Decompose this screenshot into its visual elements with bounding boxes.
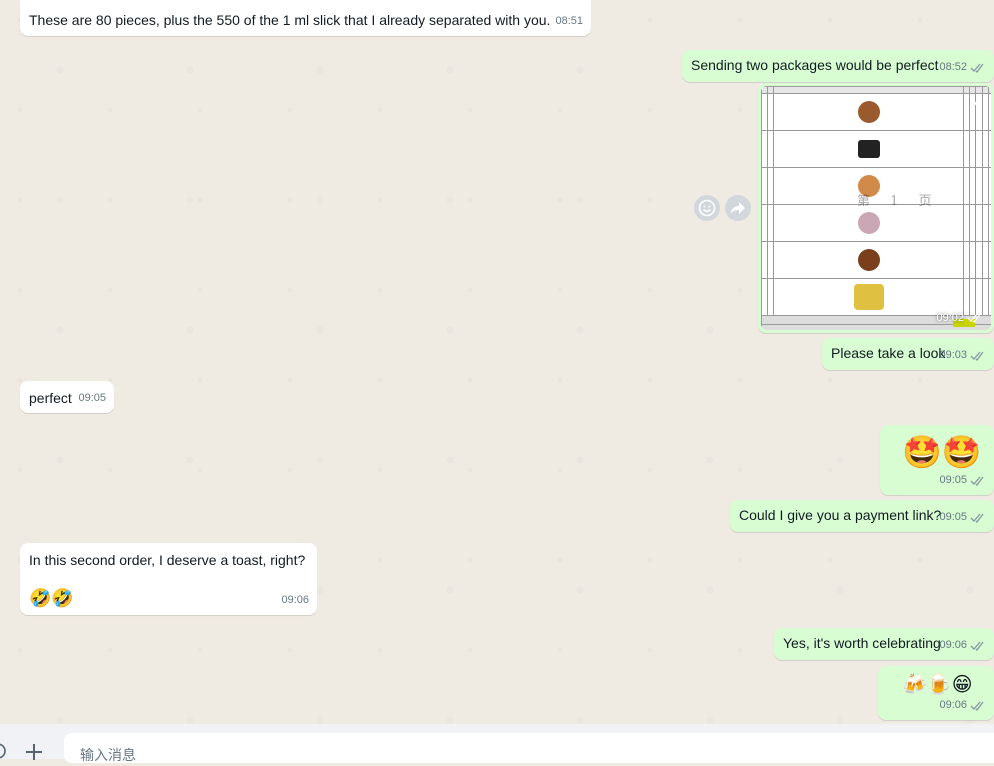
message-time: 08:51 (555, 15, 583, 27)
double-check-icon (970, 476, 986, 486)
image-message[interactable]: 第 1 页 09:02 (758, 83, 994, 333)
message-emoji: 🤣🤣 (29, 588, 74, 608)
message-emoji: 🍻🍺😁 (902, 674, 973, 696)
message-text: These are 80 pieces, plus the 550 of the… (29, 12, 551, 28)
message-incoming[interactable]: In this second order, I deserve a toast,… (20, 543, 317, 615)
chevron-down-icon[interactable] (969, 94, 983, 106)
message-incoming[interactable]: perfect 09:05 (20, 381, 114, 413)
message-text: Sending two packages would be perfect (691, 57, 939, 73)
message-time: 09:06 (281, 594, 309, 606)
double-check-icon (967, 313, 983, 323)
page-watermark: 第 1 页 (857, 194, 940, 209)
message-text: Yes, it's worth celebrating (783, 635, 941, 651)
message-meta: 09:06 (939, 696, 986, 715)
double-check-icon (970, 701, 986, 711)
message-meta: 08:52 (939, 58, 986, 77)
message-text: Could I give you a payment link? (739, 507, 942, 523)
input-placeholder: 输入消息 (80, 747, 136, 763)
order-spreadsheet-image: 第 1 页 09:02 (761, 86, 991, 330)
message-meta: 09:03 (939, 346, 986, 365)
chat-panel: These are 80 pieces, plus the 550 of the… (0, 0, 994, 724)
double-check-icon (970, 513, 986, 523)
message-incoming[interactable]: These are 80 pieces, plus the 550 of the… (20, 0, 591, 36)
message-outgoing[interactable]: Sending two packages would be perfect 08… (682, 50, 994, 82)
double-check-icon (970, 351, 986, 361)
message-meta: 09:05 (939, 508, 986, 527)
message-text: Please take a look (831, 345, 946, 361)
message-outgoing[interactable]: Please take a look 09:03 (822, 338, 994, 370)
message-meta: 09:02 (936, 312, 983, 324)
message-outgoing[interactable]: Could I give you a payment link? 09:05 (730, 500, 994, 532)
forward-icon[interactable] (725, 195, 751, 221)
emoji-reaction-icon[interactable] (694, 195, 720, 221)
message-text: perfect (29, 390, 72, 406)
plus-icon[interactable] (25, 743, 43, 766)
message-outgoing[interactable]: 🤩🤩 09:05 (880, 425, 994, 495)
message-time: 09:05 (78, 392, 106, 404)
double-check-icon (970, 641, 986, 651)
message-outgoing[interactable]: Yes, it's worth celebrating 09:06 (774, 628, 994, 660)
double-check-icon (970, 63, 986, 73)
message-emoji: 🤩🤩 (902, 434, 982, 470)
message-text: In this second order, I deserve a toast,… (29, 552, 306, 568)
message-meta: 09:06 (939, 636, 986, 655)
emoji-icon[interactable] (0, 742, 8, 765)
message-meta: 09:05 (939, 471, 986, 490)
message-outgoing[interactable]: 🍻🍺😁 09:06 (878, 666, 994, 720)
